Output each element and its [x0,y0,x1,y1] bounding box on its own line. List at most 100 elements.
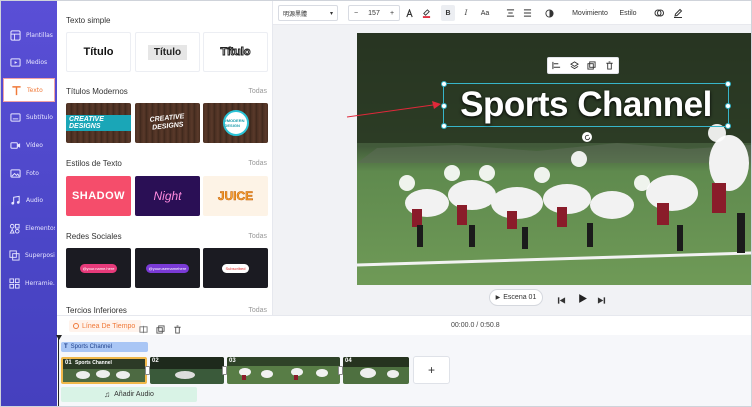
line-spacing-icon[interactable] [521,5,533,21]
left-rail: Plantillas Medios Texto Subtítulo Vídeo … [1,1,57,406]
font-color-icon[interactable] [403,5,415,21]
title-text[interactable]: Sports Channel [444,84,728,126]
font-select[interactable]: 明源黑體 ▾ [278,5,338,21]
text-template-card[interactable]: Título [66,32,131,72]
text-template-card[interactable]: Título [203,32,268,72]
text-track-icon: T [64,344,68,350]
section-title-simple: Texto simple [66,16,111,25]
resize-handle[interactable] [441,81,447,87]
timeline-tracks: T Sports Channel 01 Sports Channel 02 03… [56,335,751,406]
edit-pen-icon[interactable] [672,5,684,21]
element-mini-toolbar [547,57,619,74]
chevron-down-icon: ▾ [329,10,333,17]
elements-icon [8,221,21,235]
transition-handle[interactable] [145,366,150,375]
text-style-card[interactable]: SHADOW [66,176,131,216]
rail-item-audio[interactable]: Audio [3,188,55,212]
rail-label: Medios [26,58,48,66]
trash-icon[interactable] [605,57,614,75]
modern-title-card[interactable]: CREATIVE DESIGNS [66,103,131,143]
rail-item-text[interactable]: Texto [3,78,55,102]
text-track-bar[interactable]: T Sports Channel [61,342,148,352]
see-all-link[interactable]: Todas [248,160,267,167]
overlay-icon [8,248,21,262]
video-preview[interactable]: Sports Channel [357,33,751,285]
text-style-card[interactable]: Night [135,176,200,216]
font-size-stepper[interactable]: − 157 + [348,5,400,21]
highlight-color-icon[interactable] [420,5,432,21]
modern-title-card[interactable]: CREATIVE DESIGNS [135,103,200,143]
timeline-header: Línea De Tiempo 00:00.0 / 0:50.8 [57,315,751,335]
rail-item-overlay[interactable]: Superposi... [3,243,55,267]
opacity-icon[interactable] [543,5,555,21]
rail-item-photo[interactable]: Foto [3,161,55,185]
rail-item-subtitle[interactable]: Subtítulo [3,105,55,129]
effects-icon[interactable] [653,5,665,21]
video-icon [8,138,22,152]
playhead-marker[interactable] [56,335,62,340]
bold-button[interactable]: B [441,5,455,21]
skip-back-icon[interactable] [557,292,567,304]
rail-label: Foto [26,169,39,177]
section-title-modern: Títulos Modernos [66,87,128,96]
rail-item-templates[interactable]: Plantillas [3,23,55,47]
rail-item-video[interactable]: Vídeo [3,133,55,157]
text-toolbar: 明源黑體 ▾ − 157 + B I Aa Movimiento Estilo [273,1,751,25]
title-selection-box[interactable]: Sports Channel [441,81,731,142]
see-all-link[interactable]: Todas [248,307,267,314]
resize-handle[interactable] [725,81,731,87]
font-size-value: 157 [368,9,380,17]
see-all-link[interactable]: Todas [248,233,267,240]
rail-item-tools[interactable]: Herramie... [3,271,55,295]
rail-label: Audio [26,196,44,204]
transition-handle[interactable] [338,366,343,375]
align-center-icon[interactable] [504,5,516,21]
style-button[interactable]: Estilo [616,5,640,21]
section-title-social: Redes Sociales [66,232,122,241]
rail-label: Elementos [25,224,55,232]
see-all-link[interactable]: Todas [248,88,267,95]
play-icon[interactable] [577,291,589,303]
clip-04[interactable]: 04 [343,357,409,384]
clip-03[interactable]: 03 [227,357,340,384]
movement-button[interactable]: Movimiento [570,5,610,21]
text-template-card[interactable]: Título [135,32,200,72]
play-small-icon: ▶ [495,295,501,301]
transition-handle[interactable] [222,366,227,375]
template-icon [8,28,22,42]
modern-title-card[interactable]: #MODERN DESIGN [203,103,268,143]
photo-icon [8,166,22,180]
rail-item-elements[interactable]: Elementos [3,216,55,240]
clip-02[interactable]: 02 [150,357,224,384]
section-title-lower: Tercios Inferiores [66,306,127,315]
increase-size-button[interactable]: + [385,10,399,17]
clip-01[interactable]: 01 Sports Channel [61,357,147,384]
text-style-card[interactable]: JUICE [203,176,268,216]
resize-handle[interactable] [441,123,447,129]
add-audio-track[interactable]: ♫ Añadir Audio [61,387,197,402]
social-card[interactable]: Subscribed [203,248,268,288]
timeline-tab[interactable]: Línea De Tiempo [69,320,142,332]
resize-handle[interactable] [725,103,731,109]
tools-icon [8,276,21,290]
resize-handle[interactable] [725,123,731,129]
rotate-handle-icon[interactable] [582,132,592,142]
layers-icon[interactable] [569,57,579,75]
text-case-button[interactable]: Aa [477,5,493,21]
skip-forward-icon[interactable] [597,292,607,304]
social-card[interactable]: @yourusernamehere [135,248,200,288]
playhead-line [58,338,59,406]
text-templates-panel: Texto simple Título Título Título Título… [57,1,273,315]
rail-label: Vídeo [26,141,43,149]
decrease-size-button[interactable]: − [349,10,363,17]
scene-button[interactable]: ▶ Escena 01 [489,289,543,306]
duplicate-icon[interactable] [587,57,596,75]
video-editor-app: Plantillas Medios Texto Subtítulo Vídeo … [0,0,752,407]
add-clip-button[interactable]: + [413,356,450,384]
social-card[interactable]: @your.name.here [66,248,131,288]
subtitle-icon [8,110,22,124]
rail-label: Texto [27,86,43,94]
rail-item-media[interactable]: Medios [3,50,55,74]
italic-button[interactable]: I [460,5,472,21]
align-icon[interactable] [552,57,561,75]
